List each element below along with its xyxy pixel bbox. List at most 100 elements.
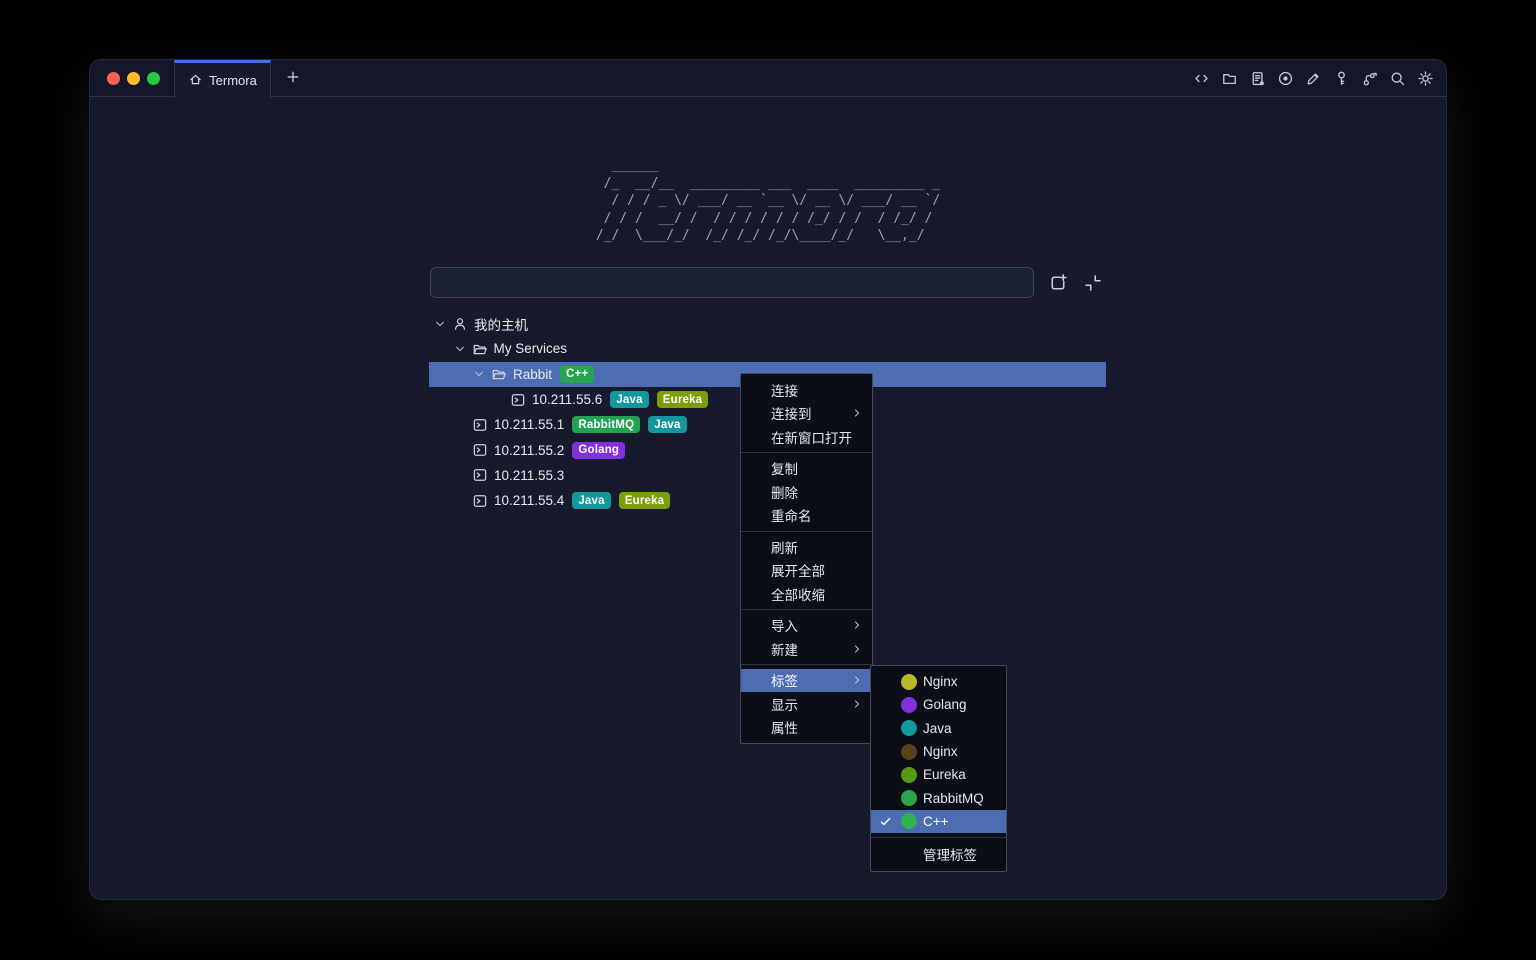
- tab-label: Termora: [209, 73, 257, 88]
- expander[interactable]: [453, 342, 467, 356]
- menu-item-label: 显示: [771, 694, 798, 714]
- expander[interactable]: [472, 367, 486, 381]
- menu-item-label: 导入: [771, 615, 798, 635]
- menu-separator: [741, 452, 872, 453]
- menu-item[interactable]: 连接: [741, 378, 872, 402]
- folder-icon: [1221, 70, 1238, 87]
- menu-separator: [871, 837, 1006, 838]
- tag-menu-item[interactable]: Nginx: [871, 740, 1006, 763]
- menu-item-label: 展开全部: [771, 560, 825, 580]
- branch-icon: [1361, 70, 1378, 87]
- chevron-right-icon: [851, 643, 863, 655]
- menu-item-label: 标签: [771, 670, 798, 690]
- tag-badge: Java: [648, 416, 686, 433]
- menu-item[interactable]: 连接到: [741, 402, 872, 426]
- close-window-button[interactable]: [107, 72, 120, 85]
- tree-row-My-Services[interactable]: My Services: [429, 336, 1106, 361]
- menu-item[interactable]: 展开全部: [741, 559, 872, 583]
- minimize-window-button[interactable]: [127, 72, 140, 85]
- tree-item-label: 10.211.55.3: [494, 468, 564, 483]
- tree-item-label: 10.211.55.2: [494, 443, 564, 458]
- context-menu: 连接连接到在新窗口打开复制删除重命名刷新展开全部全部收缩导入新建标签显示属性: [740, 373, 873, 744]
- chevron-right-icon: [851, 698, 863, 710]
- host-action-buttons: [1047, 272, 1103, 293]
- menu-item[interactable]: 复制: [741, 457, 872, 481]
- terminal-icon: [472, 493, 488, 509]
- menu-item[interactable]: 刷新: [741, 535, 872, 559]
- manage-tags-item[interactable]: 管理标签: [871, 841, 1006, 867]
- tag-color-dot: [901, 790, 917, 806]
- tag-menu-label: Nginx: [923, 674, 958, 689]
- toolbar-log-button[interactable]: [1249, 70, 1266, 87]
- toolbar-key-button[interactable]: [1333, 70, 1350, 87]
- tag-menu-item[interactable]: RabbitMQ: [871, 786, 1006, 809]
- menu-separator: [741, 609, 872, 610]
- host-controls: [430, 267, 1130, 298]
- menu-item-label: 复制: [771, 458, 798, 478]
- chevron-right-icon: [851, 619, 863, 631]
- terminal-icon: [472, 442, 488, 458]
- menu-item[interactable]: 导入: [741, 614, 872, 638]
- tag-menu-item[interactable]: Nginx: [871, 670, 1006, 693]
- tag-color-dot: [901, 813, 917, 829]
- tag-menu-label: Nginx: [923, 744, 958, 759]
- chevron-down-icon: [453, 342, 467, 356]
- tag-menu-label: Golang: [923, 697, 967, 712]
- tag-badge: Eureka: [619, 492, 671, 509]
- tag-color-dot: [901, 697, 917, 713]
- terminal-icon: [472, 467, 488, 483]
- menu-item[interactable]: 标签: [741, 669, 872, 693]
- menu-item-label: 全部收缩: [771, 584, 825, 604]
- menu-item[interactable]: 删除: [741, 480, 872, 504]
- zoom-window-button[interactable]: [147, 72, 160, 85]
- terminal-icon: [472, 417, 488, 433]
- add-host-button[interactable]: [1047, 272, 1068, 293]
- chevron-down-icon: [472, 367, 486, 381]
- toolbar-edit-button[interactable]: [1305, 70, 1322, 87]
- tag-menu-label: RabbitMQ: [923, 791, 984, 806]
- toolbar-folder-button[interactable]: [1221, 70, 1238, 87]
- person-icon: [452, 316, 468, 332]
- menu-item[interactable]: 重命名: [741, 504, 872, 528]
- check-icon: [879, 815, 892, 828]
- toolbar-settings-button[interactable]: [1417, 70, 1434, 87]
- toolbar-code-button[interactable]: [1193, 70, 1210, 87]
- app-window: Termora ______ /_ __/__ _________ ___ __…: [90, 60, 1446, 899]
- ascii-logo: ______ /_ __/__ _________ ___ ____ _____…: [90, 157, 1446, 245]
- code-icon: [1193, 70, 1210, 87]
- folder-open-icon: [472, 341, 488, 357]
- tag-menu-item[interactable]: Java: [871, 717, 1006, 740]
- traffic-lights: [107, 60, 160, 97]
- toolbar-branch-button[interactable]: [1361, 70, 1378, 87]
- tag-badge: C++: [560, 366, 594, 383]
- tab-termora[interactable]: Termora: [174, 60, 271, 98]
- toolbar-search-button[interactable]: [1389, 70, 1406, 87]
- menu-separator: [741, 664, 872, 665]
- tag-menu-label: Java: [923, 721, 952, 736]
- menu-item-label: 在新窗口打开: [771, 427, 852, 447]
- menu-item[interactable]: 显示: [741, 692, 872, 716]
- menu-item[interactable]: 全部收缩: [741, 582, 872, 606]
- tag-menu-label: Eureka: [923, 767, 966, 782]
- tag-menu-item[interactable]: C++: [871, 810, 1006, 833]
- menu-item-label: 属性: [771, 717, 798, 737]
- tree-row--[interactable]: 我的主机: [429, 311, 1106, 336]
- menu-item[interactable]: 新建: [741, 637, 872, 661]
- expander[interactable]: [433, 317, 447, 331]
- new-tab-button[interactable]: [278, 64, 308, 94]
- tag-color-dot: [901, 720, 917, 736]
- host-search-input[interactable]: [430, 267, 1034, 298]
- chevron-down-icon: [433, 317, 447, 331]
- collapse-all-button[interactable]: [1082, 272, 1103, 293]
- tag-menu-item[interactable]: Eureka: [871, 763, 1006, 786]
- record-icon: [1277, 70, 1294, 87]
- plus-icon: [285, 69, 301, 85]
- toolbar-record-button[interactable]: [1277, 70, 1294, 87]
- tag-menu-label: C++: [923, 814, 949, 829]
- tag-menu-item[interactable]: Golang: [871, 693, 1006, 716]
- menu-item[interactable]: 在新窗口打开: [741, 425, 872, 449]
- tag-badge: Java: [572, 492, 610, 509]
- menu-item[interactable]: 属性: [741, 716, 872, 740]
- tree-item-label: Rabbit: [513, 367, 552, 382]
- tag-badge: RabbitMQ: [572, 416, 640, 433]
